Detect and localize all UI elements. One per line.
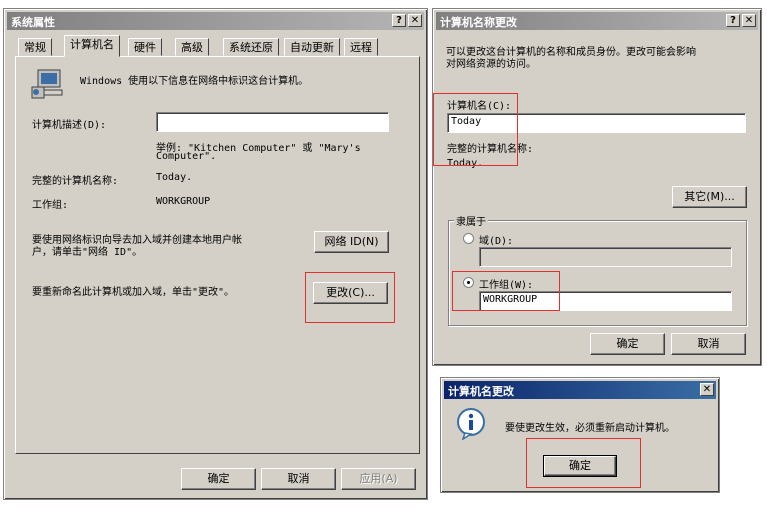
domain-label: 域(D): bbox=[479, 236, 514, 247]
full-name-label: 完整的计算机名称: bbox=[32, 176, 119, 187]
full-name-value: Today. bbox=[156, 172, 193, 183]
restart-message: 要使更改生效，必须重新启动计算机。 bbox=[505, 423, 675, 434]
tab-general[interactable]: 常规 bbox=[18, 38, 52, 56]
cancel-button[interactable]: 取消 bbox=[261, 468, 336, 490]
description-label: 计算机描述(D): bbox=[32, 120, 107, 131]
domain-field[interactable] bbox=[479, 247, 732, 267]
ok-button[interactable]: 确定 bbox=[590, 333, 665, 355]
rename-dialog-titlebar: 计算机名称更改 ? ✕ bbox=[436, 12, 758, 30]
member-of-label: 隶属于 bbox=[454, 213, 488, 228]
tab-remote[interactable]: 远程 bbox=[344, 38, 378, 56]
tab-advanced[interactable]: 高级 bbox=[175, 38, 209, 56]
close-icon[interactable]: ✕ bbox=[742, 14, 756, 27]
system-properties-titlebar: 系统属性 ? ✕ bbox=[7, 12, 424, 30]
description-field[interactable] bbox=[156, 112, 389, 132]
network-id-button[interactable]: 网络 ID(N) bbox=[314, 231, 389, 253]
rename-text: 要重新命名此计算机或加入域，单击"更改"。 bbox=[32, 287, 235, 298]
close-icon[interactable]: ✕ bbox=[700, 383, 714, 396]
restart-dialog-title: 计算机名更改 bbox=[448, 385, 514, 398]
intro-text: Windows 使用以下信息在网络中标识这台计算机。 bbox=[80, 76, 309, 87]
workgroup-value: WORKGROUP bbox=[156, 196, 211, 207]
example-text-2: Computer". bbox=[156, 151, 217, 162]
domain-radio[interactable] bbox=[463, 233, 474, 244]
help-icon[interactable]: ? bbox=[392, 14, 406, 27]
highlight-computer-name bbox=[433, 93, 518, 166]
highlight-restart-ok bbox=[526, 438, 641, 488]
help-icon[interactable]: ? bbox=[726, 14, 740, 27]
rename-intro-2: 对网络资源的访问。 bbox=[446, 59, 536, 70]
window-title: 系统属性 bbox=[11, 16, 55, 29]
tab-hardware[interactable]: 硬件 bbox=[128, 38, 162, 56]
ok-button[interactable]: 确定 bbox=[181, 468, 256, 490]
computer-icon bbox=[30, 68, 66, 100]
rename-dialog-title: 计算机名称更改 bbox=[440, 16, 517, 29]
network-id-text-2: 户，请单击"网络 ID"。 bbox=[32, 247, 143, 258]
close-icon[interactable]: ✕ bbox=[408, 14, 422, 27]
highlight-workgroup bbox=[452, 271, 560, 311]
workgroup-label: 工作组: bbox=[32, 200, 69, 211]
info-icon bbox=[455, 408, 487, 441]
highlight-change-button bbox=[305, 272, 395, 323]
tab-computer-name[interactable]: 计算机名 bbox=[64, 35, 120, 57]
apply-button[interactable]: 应用(A) bbox=[341, 468, 416, 490]
tab-automatic-updates[interactable]: 自动更新 bbox=[284, 38, 340, 56]
cancel-button[interactable]: 取消 bbox=[671, 333, 746, 355]
tab-system-restore[interactable]: 系统还原 bbox=[223, 38, 279, 56]
other-button[interactable]: 其它(M)... bbox=[672, 186, 747, 208]
restart-dialog-titlebar: 计算机名更改 ✕ bbox=[444, 381, 716, 399]
